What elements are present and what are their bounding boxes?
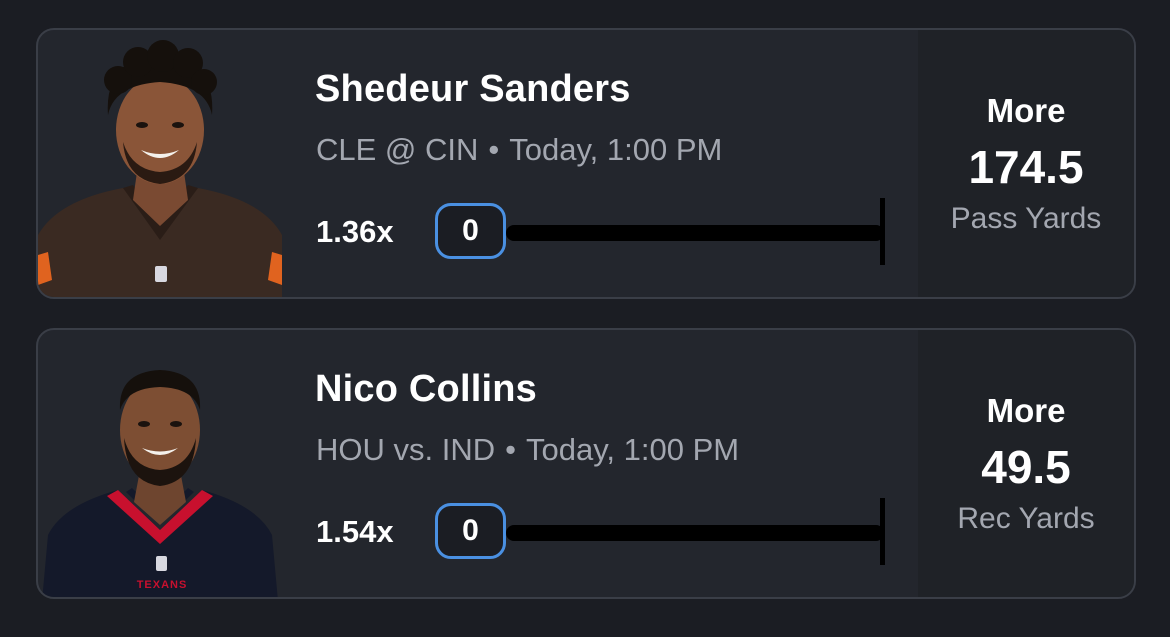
game-info: HOU vs. IND • Today, 1:00 PM [316,432,739,468]
separator-dot: • [505,432,516,467]
progress-goal-marker [880,198,885,265]
stat-type: Pass Yards [950,202,1102,235]
player-avatar-icon [38,40,282,297]
line-value: 174.5 [968,141,1084,193]
pick-card[interactable]: TEXANS Nico Collins HOU vs. IND • Today, 1… [36,328,1136,599]
payout-multiplier: 1.36x [316,214,394,249]
jersey-wordmark: TEXANS [137,579,188,591]
progress-value-badge: 0 [435,503,506,559]
game-time: Today, 1:00 PM [525,432,740,467]
progress-track [506,525,884,541]
progress-goal-marker [880,498,885,565]
direction-label: More [986,92,1066,129]
stat-type: Rec Yards [957,502,1095,535]
progress-value-badge: 0 [435,203,506,259]
matchup-text: HOU vs. IND [316,432,496,467]
direction-label: More [986,392,1066,429]
game-info: CLE @ CIN • Today, 1:00 PM [316,132,722,168]
progress-track [506,225,884,241]
player-avatar-icon: TEXANS [42,370,278,597]
picks-screen: Shedeur Sanders CLE @ CIN • Today, 1:00 PM… [0,0,1170,637]
game-time: Today, 1:00 PM [509,132,723,167]
pick-card[interactable]: Shedeur Sanders CLE @ CIN • Today, 1:00 PM… [36,28,1136,299]
player-name: Nico Collins [315,368,537,410]
player-headshot: TEXANS [38,330,282,597]
payout-multiplier: 1.54x [316,514,394,549]
matchup-text: CLE @ CIN [316,132,479,167]
player-name: Shedeur Sanders [315,68,631,110]
projection-panel[interactable]: More 174.5 Pass Yards [918,30,1134,297]
projection-panel[interactable]: More 49.5 Rec Yards [918,330,1134,597]
player-headshot [38,30,282,297]
separator-dot: • [488,132,500,167]
line-value: 49.5 [981,441,1071,493]
